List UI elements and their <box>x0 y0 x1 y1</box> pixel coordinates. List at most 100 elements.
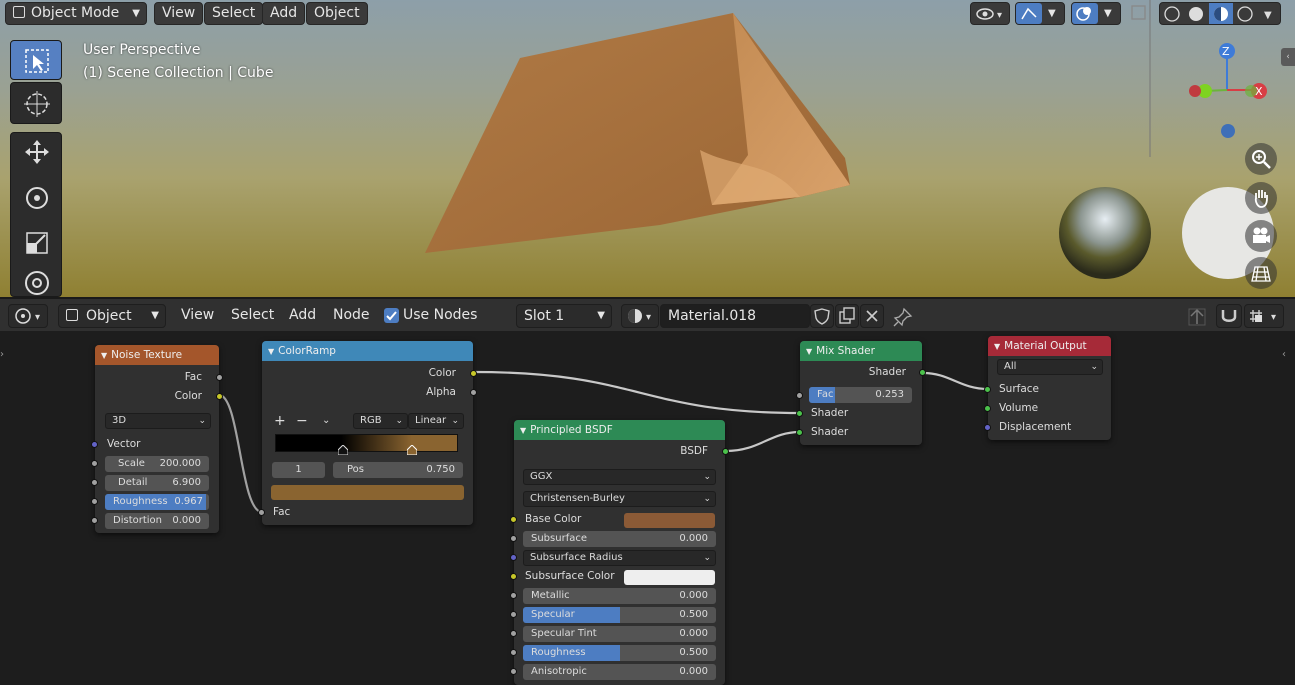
remove-stop-button[interactable]: − <box>296 413 308 429</box>
output-shader-socket[interactable] <box>919 369 926 376</box>
distortion-field[interactable]: Distortion 0.000 <box>105 513 209 529</box>
ortho-toggle-button[interactable] <box>1245 257 1277 289</box>
gizmo-dropdown[interactable]: ▼ <box>1015 2 1065 25</box>
viewport-menu-select[interactable]: Select <box>204 2 264 25</box>
principled-bsdf-node[interactable]: ▼ Principled BSDF BSDF GGX ⌄ Christensen-B… <box>510 420 729 685</box>
unlink-material-button[interactable] <box>860 304 884 328</box>
input-base-color-socket[interactable] <box>510 516 517 523</box>
anisotropic-field[interactable]: Anisotropic 0.000 <box>523 664 716 680</box>
3d-viewport[interactable]: Object Mode ▼ View Select Add Object ▾ ▼ … <box>0 0 1295 297</box>
subsurface-field[interactable]: Subsurface 0.000 <box>523 531 716 547</box>
node-menu-select[interactable]: Select <box>231 307 274 323</box>
input-distortion-socket[interactable] <box>91 517 98 524</box>
colorramp-node[interactable]: ▼ ColorRamp Color Alpha + − ⌄ RGB ⌄ Linear… <box>258 341 477 525</box>
input-specular-socket[interactable] <box>510 611 517 618</box>
ramp-menu-button[interactable]: ⌄ <box>322 415 330 426</box>
input-shader-2-socket[interactable] <box>796 429 803 436</box>
ramp-stop-marker-1[interactable] <box>407 445 417 455</box>
viewport-menu-add[interactable]: Add <box>262 2 306 25</box>
cursor-tool[interactable] <box>10 82 62 124</box>
node-menu-node[interactable]: Node <box>333 307 370 323</box>
input-metallic-socket[interactable] <box>510 592 517 599</box>
output-color-socket[interactable] <box>216 393 223 400</box>
active-stop-index[interactable]: 1 <box>272 462 325 478</box>
mode-dropdown[interactable]: Object Mode ▼ <box>5 2 147 25</box>
input-scale-socket[interactable] <box>91 460 98 467</box>
node-canvas[interactable]: › ‹ ▼ Noise Texture Fac Color 3D ⌄ Vector … <box>0 331 1295 685</box>
node-menu-view[interactable]: View <box>181 307 214 323</box>
input-fac-socket[interactable] <box>258 509 265 516</box>
input-surface-socket[interactable] <box>984 386 991 393</box>
scale-icon[interactable] <box>26 232 48 254</box>
input-volume-socket[interactable] <box>984 405 991 412</box>
subsurface-color-swatch[interactable] <box>624 570 715 585</box>
input-shader-1-socket[interactable] <box>796 410 803 417</box>
input-detail-socket[interactable] <box>91 479 98 486</box>
use-nodes-checkbox[interactable] <box>384 308 399 323</box>
specular-tint-field[interactable]: Specular Tint 0.000 <box>523 626 716 642</box>
input-subsurface-socket[interactable] <box>510 535 517 542</box>
input-displacement-socket[interactable] <box>984 424 991 431</box>
slot-dropdown[interactable]: Slot 1 ▼ <box>516 304 612 328</box>
collapse-triangle-icon[interactable]: ▼ <box>994 342 1000 351</box>
material-output-header[interactable]: ▼ Material Output <box>988 336 1111 356</box>
snap-toggle[interactable] <box>1216 304 1242 328</box>
rotate-icon[interactable] <box>26 187 48 209</box>
overlay-dropdown[interactable]: ▼ <box>1071 2 1121 25</box>
mix-shader-header[interactable]: ▼ Mix Shader <box>800 341 922 361</box>
output-bsdf-socket[interactable] <box>722 448 729 455</box>
select-box-tool[interactable] <box>10 40 62 80</box>
noise-texture-header[interactable]: ▼ Noise Texture <box>95 345 219 365</box>
mix-shader-node[interactable]: ▼ Mix Shader Shader Fac 0.253 Shader Shade… <box>796 341 926 445</box>
collapse-triangle-icon[interactable]: ▼ <box>806 347 812 356</box>
transform-icon[interactable] <box>25 271 49 295</box>
roughness-slider[interactable]: Roughness 0.967 <box>105 494 209 510</box>
fac-slider[interactable]: Fac 0.253 <box>809 387 912 403</box>
colorramp-header[interactable]: ▼ ColorRamp <box>262 341 473 361</box>
metallic-field[interactable]: Metallic 0.000 <box>523 588 716 604</box>
parent-node-tree-button[interactable] <box>1186 306 1208 328</box>
ramp-stop-marker-0[interactable] <box>338 445 348 455</box>
input-anisotropic-socket[interactable] <box>510 668 517 675</box>
collapse-triangle-icon[interactable]: ▼ <box>101 351 107 360</box>
output-fac-socket[interactable] <box>216 374 223 381</box>
snap-mode-dropdown[interactable]: ▾ <box>1244 304 1284 328</box>
stop-position-field[interactable]: Pos 0.750 <box>333 462 463 478</box>
camera-view-button[interactable] <box>1245 220 1277 252</box>
target-dropdown[interactable]: All ⌄ <box>997 359 1103 375</box>
interpolation-dropdown[interactable]: Linear ⌄ <box>408 413 464 429</box>
subsurface-radius-dropdown[interactable]: Subsurface Radius ⌄ <box>523 550 716 566</box>
visibility-dropdown[interactable]: ▾ <box>970 2 1010 25</box>
output-color-socket[interactable] <box>470 370 477 377</box>
specular-slider[interactable]: Specular 0.500 <box>523 607 716 623</box>
duplicate-material-button[interactable] <box>835 304 859 328</box>
input-vector-socket[interactable] <box>91 441 98 448</box>
shader-type-dropdown[interactable]: Object ▼ <box>58 304 166 328</box>
zoom-button[interactable] <box>1245 143 1277 175</box>
detail-field[interactable]: Detail 6.900 <box>105 475 209 491</box>
input-roughness-socket[interactable] <box>510 649 517 656</box>
scale-field[interactable]: Scale 200.000 <box>105 456 209 472</box>
input-specular-tint-socket[interactable] <box>510 630 517 637</box>
sidebar-toggle[interactable]: ‹ <box>1281 48 1295 66</box>
roughness-slider[interactable]: Roughness 0.500 <box>523 645 716 661</box>
material-name-field[interactable]: Material.018 <box>660 304 810 328</box>
material-browse-button[interactable]: ▾ <box>621 304 659 328</box>
viewport-menu-object[interactable]: Object <box>306 2 368 25</box>
node-menu-add[interactable]: Add <box>289 307 316 323</box>
input-subsurface-radius-socket[interactable] <box>510 554 517 561</box>
xray-toggle[interactable] <box>1127 2 1153 25</box>
collapse-triangle-icon[interactable]: ▼ <box>268 347 274 356</box>
material-output-node[interactable]: ▼ Material Output All ⌄ Surface Volume Dis… <box>984 336 1111 440</box>
shading-modes[interactable]: ▼ <box>1159 2 1281 25</box>
noise-texture-node[interactable]: ▼ Noise Texture Fac Color 3D ⌄ Vector Scal… <box>91 345 223 533</box>
stop-color-swatch[interactable] <box>271 485 464 500</box>
input-fac-socket[interactable] <box>796 392 803 399</box>
base-color-swatch[interactable] <box>624 513 715 528</box>
color-mode-dropdown[interactable]: RGB ⌄ <box>353 413 408 429</box>
output-alpha-socket[interactable] <box>470 389 477 396</box>
color-ramp-bar[interactable] <box>275 434 458 452</box>
input-roughness-socket[interactable] <box>91 498 98 505</box>
pan-button[interactable] <box>1245 182 1277 214</box>
add-stop-button[interactable]: + <box>274 413 286 429</box>
